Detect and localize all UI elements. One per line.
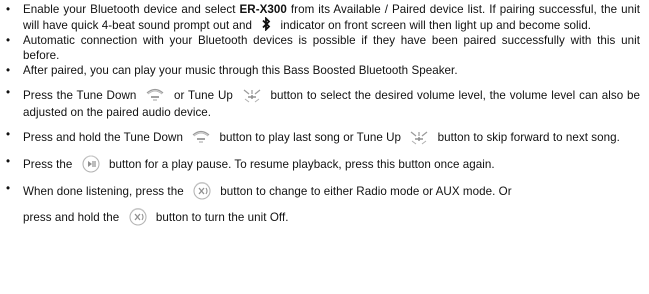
bullet: •: [6, 34, 11, 47]
model-name: ER-X300: [239, 3, 287, 16]
bullet: •: [6, 3, 11, 16]
manual-page: • Enable your Bluetooth device and selec…: [0, 0, 649, 294]
instruction-text: Press the Tune Down: [23, 89, 141, 102]
list-item: • Press the button for a play pause. To …: [6, 154, 640, 174]
bullet: •: [6, 155, 11, 168]
instruction-line: press and hold the button to turn the un…: [23, 207, 640, 227]
instruction-text: Enable your Bluetooth device and select: [23, 3, 240, 16]
instruction-text: Automatic connection with your Bluetooth…: [23, 34, 640, 62]
tune-up-icon: [408, 127, 430, 147]
tune-down-icon: [190, 127, 212, 147]
mode-icon: [127, 207, 149, 227]
bluetooth-icon: [261, 17, 271, 31]
bullet: •: [6, 64, 11, 77]
instruction-text: Press and hold the Tune Down: [23, 131, 187, 144]
bullet: •: [6, 182, 11, 195]
list-item: • When done listening, press the button …: [6, 181, 640, 227]
instruction-list: • Enable your Bluetooth device and selec…: [6, 2, 640, 227]
instruction-text: button to turn the unit Off.: [152, 211, 289, 224]
instruction-text: After paired, you can play your music th…: [23, 64, 458, 77]
mode-icon: [191, 181, 213, 201]
instruction-text: or Tune Up: [170, 89, 237, 102]
instruction-text: indicator on front screen will then ligh…: [277, 19, 592, 32]
list-item: • Automatic connection with your Bluetoo…: [6, 33, 640, 63]
instruction-text: Press the: [23, 158, 76, 171]
bullet: •: [6, 86, 11, 99]
instruction-text: button to change to either Radio mode or…: [216, 185, 512, 198]
instruction-text: button for a play pause. To resume playb…: [105, 158, 495, 171]
tune-down-icon: [144, 85, 166, 105]
instruction-text: button to play last song or Tune Up: [216, 131, 405, 144]
instruction-text: button to skip forward to next song.: [434, 131, 620, 144]
instruction-text: press and hold the: [23, 211, 123, 224]
play-pause-icon: [80, 154, 102, 174]
bullet: •: [6, 128, 11, 141]
tune-up-icon: [241, 85, 263, 105]
list-item: • Press the Tune Down or Tune Up button …: [6, 85, 640, 120]
instruction-text: When done listening, press the: [23, 185, 187, 198]
list-item: • Press and hold the Tune Down button to…: [6, 127, 640, 147]
list-item: • After paired, you can play your music …: [6, 63, 640, 78]
list-item: • Enable your Bluetooth device and selec…: [6, 2, 640, 33]
